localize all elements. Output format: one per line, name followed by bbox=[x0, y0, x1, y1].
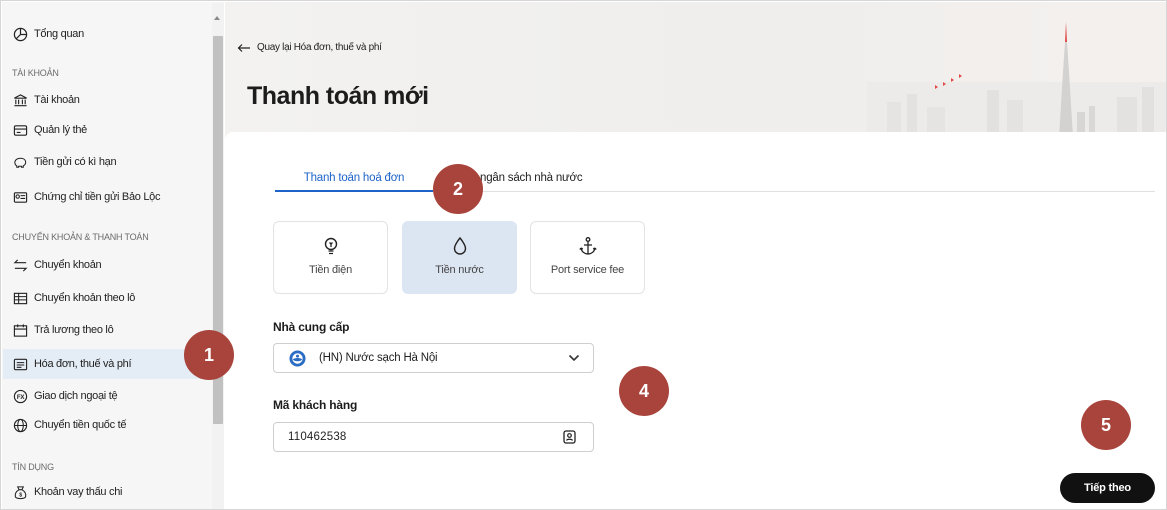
provider-select-value: (HN) Nước sạch Hà Nội bbox=[319, 352, 438, 364]
service-label: Tiền nước bbox=[435, 264, 484, 276]
sidebar-item-overdraft[interactable]: $ Khoản vay thấu chi bbox=[12, 480, 122, 504]
sidebar-item-label: Khoản vay thấu chi bbox=[34, 486, 123, 498]
app-window: Tổng quan TÀI KHOẢN Tài khoản Quản lý th… bbox=[0, 0, 1167, 510]
back-link-label: Quay lại Hóa đơn, thuế và phí bbox=[257, 42, 382, 53]
service-tile-water[interactable]: Tiền nước bbox=[402, 221, 517, 294]
sidebar-item-label: Chuyển tiền quốc tế bbox=[34, 419, 127, 431]
money-bag-icon: $ bbox=[12, 484, 28, 500]
chevron-down-icon bbox=[568, 354, 580, 362]
lightbulb-icon bbox=[324, 237, 337, 255]
table-icon bbox=[12, 290, 28, 306]
provider-select[interactable]: (HN) Nước sạch Hà Nội bbox=[273, 343, 594, 373]
city-skyline-illustration bbox=[867, 22, 1166, 137]
sidebar-item-label: Quản lý thẻ bbox=[34, 124, 87, 136]
svg-text:$: $ bbox=[19, 492, 22, 498]
customer-code-input[interactable]: 110462538 bbox=[273, 422, 594, 452]
calendar-icon bbox=[12, 322, 28, 338]
transfer-arrows-icon bbox=[12, 257, 28, 273]
certificate-icon bbox=[12, 189, 28, 205]
section-header-credit: TÍN DỤNG bbox=[12, 462, 54, 472]
step-badge-1: 1 bbox=[184, 330, 234, 380]
sidebar-item-batch-transfer[interactable]: Chuyển khoản theo lô bbox=[12, 286, 135, 310]
sidebar-item-label: Tổng quan bbox=[34, 28, 84, 40]
section-header-account: TÀI KHOẢN bbox=[12, 68, 59, 78]
sidebar-item-certificate[interactable]: Chứng chỉ tiền gửi Bảo Lộc bbox=[12, 185, 160, 209]
contact-book-icon[interactable] bbox=[563, 430, 576, 444]
receipt-icon bbox=[12, 356, 28, 372]
sidebar-item-label: Chứng chỉ tiền gửi Bảo Lộc bbox=[34, 191, 161, 203]
arrow-left-icon bbox=[237, 43, 250, 52]
bank-icon bbox=[12, 92, 28, 108]
step-badge-5: 5 bbox=[1081, 400, 1131, 450]
sidebar-item-transfer[interactable]: Chuyển khoản bbox=[12, 253, 102, 277]
header-banner: Quay lại Hóa đơn, thuế và phí Thanh toán… bbox=[225, 2, 1166, 137]
anchor-icon bbox=[578, 237, 597, 255]
sidebar-item-label: Tài khoản bbox=[34, 94, 80, 106]
sidebar-item-label: Chuyển khoản bbox=[34, 259, 102, 271]
section-header-transfer: CHUYỂN KHOẢN & THANH TOÁN bbox=[12, 232, 149, 242]
sidebar-item-card-management[interactable]: Quản lý thẻ bbox=[12, 118, 87, 142]
sidebar: Tổng quan TÀI KHOẢN Tài khoản Quản lý th… bbox=[2, 2, 224, 509]
service-label: Tiền điện bbox=[308, 264, 353, 276]
back-link[interactable]: Quay lại Hóa đơn, thuế và phí bbox=[237, 42, 382, 53]
sidebar-item-batch-payroll[interactable]: Trả lương theo lô bbox=[12, 318, 114, 342]
sidebar-item-label: Trả lương theo lô bbox=[34, 324, 114, 336]
credit-card-icon bbox=[12, 122, 28, 138]
provider-field-label: Nhà cung cấp bbox=[273, 320, 350, 334]
sidebar-item-term-deposit[interactable]: Tiền gửi có kì hạn bbox=[12, 150, 117, 174]
sidebar-item-intl-transfer[interactable]: Chuyển tiền quốc tế bbox=[12, 413, 126, 437]
tab-bill-payment[interactable]: Thanh toán hoá đơn bbox=[275, 166, 433, 192]
globe-icon bbox=[12, 417, 28, 433]
service-label: Port service fee bbox=[550, 264, 625, 276]
pie-chart-icon bbox=[12, 26, 28, 42]
next-button[interactable]: Tiếp theo bbox=[1060, 473, 1155, 503]
sidebar-item-fx[interactable]: FX Giao dịch ngoại tệ bbox=[12, 384, 118, 408]
sidebar-item-bills[interactable]: Hóa đơn, thuế và phí bbox=[12, 352, 132, 376]
step-badge-4: 4 bbox=[619, 366, 669, 416]
payment-tabs: Thanh toán hoá đơn ngân sách nhà nước bbox=[275, 166, 1155, 192]
customer-code-value: 110462538 bbox=[288, 431, 347, 443]
water-drop-icon bbox=[453, 236, 466, 255]
sidebar-item-overview[interactable]: Tổng quan bbox=[12, 22, 84, 46]
scroll-up-arrow-icon[interactable] bbox=[214, 16, 220, 20]
provider-logo-icon bbox=[289, 349, 306, 367]
sidebar-item-label: Tiền gửi có kì hạn bbox=[34, 156, 117, 168]
customer-code-field-label: Mã khách hàng bbox=[273, 398, 358, 412]
sidebar-item-label: Chuyển khoản theo lô bbox=[34, 292, 136, 304]
sidebar-item-label: Hóa đơn, thuế và phí bbox=[34, 358, 132, 370]
tab-state-budget[interactable]: ngân sách nhà nước bbox=[480, 166, 583, 192]
step-badge-2: 2 bbox=[433, 164, 483, 214]
service-tile-port-fee[interactable]: Port service fee bbox=[530, 221, 645, 294]
page-title: Thanh toán mới bbox=[247, 82, 429, 110]
sidebar-item-account[interactable]: Tài khoản bbox=[12, 88, 80, 112]
service-tile-electricity[interactable]: Tiền điện bbox=[273, 221, 388, 294]
svg-text:FX: FX bbox=[16, 393, 23, 400]
piggy-bank-icon bbox=[12, 154, 28, 170]
fx-icon: FX bbox=[12, 388, 28, 404]
sidebar-item-label: Giao dịch ngoại tệ bbox=[34, 390, 118, 402]
